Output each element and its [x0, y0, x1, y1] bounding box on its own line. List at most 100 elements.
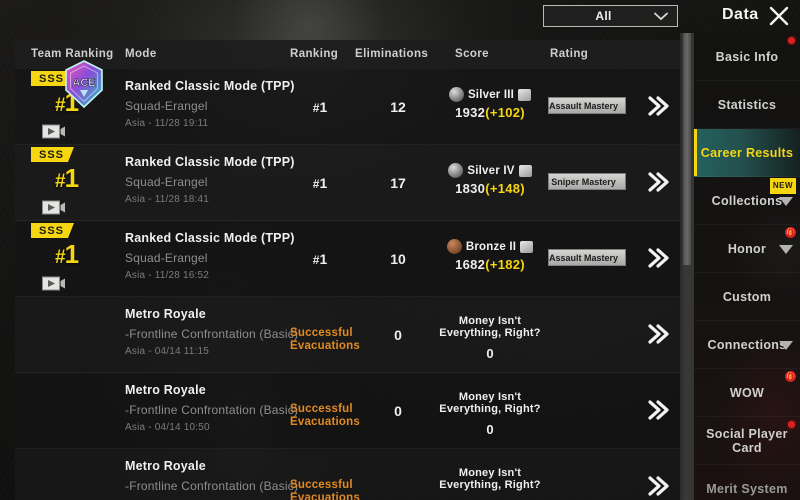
mode-cell: Metro Royale -Frontline Confrontation (Ba… — [125, 383, 300, 433]
new-badge: NEW — [769, 178, 796, 194]
mode-timestamp: Asia - 04/14 11:15 — [125, 346, 210, 357]
nav-item-label: WOW — [729, 385, 765, 400]
score-value: 1932 — [455, 105, 486, 120]
ranking-value: #1 — [312, 175, 328, 191]
nav-item-statistics[interactable]: Statistics — [694, 81, 800, 129]
team-rank-value: #1 — [55, 163, 79, 193]
metro-reward-value: 0 — [486, 346, 494, 361]
mode-cell: Ranked Classic Mode (TPP) Squad-Erangel As… — [125, 79, 300, 129]
header-eliminations: Eliminations — [355, 48, 429, 60]
tier-chip-icon — [520, 240, 534, 253]
tier-tag: SSS — [31, 147, 75, 162]
chevron-right-icon[interactable] — [645, 323, 671, 345]
score-delta: (+148) — [485, 181, 525, 196]
ranking-value: #1 — [312, 99, 328, 115]
header-ranking: Ranking — [290, 48, 339, 60]
mode-timestamp: Asia - 04/14 10:50 — [125, 422, 210, 433]
scrollbar-thumb[interactable] — [683, 33, 691, 265]
chevron-down-icon[interactable] — [779, 340, 793, 350]
mode-submode: -Frontline Confrontation (Basic) — [125, 327, 299, 341]
header-rating: Rating — [550, 48, 589, 60]
score-cell: Bronze II 1682(+182) — [430, 239, 550, 272]
chevron-down-icon — [651, 12, 671, 21]
mode-submode: -Frontline Confrontation (Basic) — [125, 403, 299, 417]
tier-rank-icon — [448, 87, 464, 102]
svg-text:ACE: ACE — [72, 77, 95, 89]
team-ranking-cell — [15, 373, 123, 449]
mode-submode: Squad-Erangel — [125, 175, 208, 189]
mode-submode: -Frontline Confrontation (Basic) — [125, 479, 299, 493]
close-icon[interactable] — [768, 5, 790, 27]
team-ranking-cell — [15, 297, 123, 373]
evacuation-status: Successful Evacuations — [290, 479, 360, 500]
video-replay-icon[interactable] — [42, 276, 68, 291]
metro-reward-title: Money Isn't Everything, Right? — [439, 315, 541, 339]
nav-item-basic-info[interactable]: Basic Info — [694, 33, 800, 81]
rating-cell: Sniper Mastery — [548, 173, 626, 190]
nav-item-social-player-card[interactable]: Social Player Card — [694, 417, 800, 465]
tier-chip-icon — [518, 88, 532, 101]
career-results-table: Team Ranking Mode Ranking Eliminations S… — [15, 40, 680, 500]
gift-badge-icon: 🎁 — [785, 371, 796, 382]
table-row[interactable]: SSS #1 Ranked Classic Mode (TPP) Squad-Eran… — [15, 221, 680, 297]
nav-item-wow[interactable]: WOW 🎁 — [694, 369, 800, 417]
tier-rank-name: Silver III — [467, 88, 515, 101]
mode-cell: Metro Royale -Frontline Confrontation (Ba… — [125, 307, 300, 357]
nav-item-label: Career Results — [700, 145, 794, 160]
tier-rank-name: Silver IV — [467, 164, 515, 177]
chevron-down-icon[interactable] — [779, 196, 793, 206]
mode-name: Metro Royale — [125, 307, 206, 321]
eliminations-value: 12 — [390, 99, 406, 115]
nav-item-label: Honor — [727, 241, 767, 256]
table-row[interactable]: Metro Royale -Frontline Confrontation (Ba… — [15, 449, 680, 500]
chevron-right-icon[interactable] — [645, 247, 671, 269]
nav-item-connections[interactable]: Connections — [694, 321, 800, 369]
nav-item-career-results[interactable]: Career Results — [694, 129, 800, 177]
eliminations-value: 0 — [394, 403, 402, 419]
metro-reward-value: 0 — [486, 422, 494, 437]
tier-chip-icon — [518, 164, 532, 177]
table-row[interactable]: Metro Royale -Frontline Confrontation (Ba… — [15, 297, 680, 373]
mode-name: Ranked Classic Mode (TPP) — [125, 155, 295, 169]
team-ranking-cell: SSS #1 — [15, 145, 123, 221]
chevron-right-icon[interactable] — [645, 171, 671, 193]
nav-item-merit-system[interactable]: Merit System — [694, 465, 800, 500]
chevron-right-icon[interactable] — [645, 95, 671, 117]
evacuation-status-cell: Successful Evacuations — [290, 471, 385, 500]
score-delta: (+182) — [485, 257, 525, 272]
nav-item-collections[interactable]: Collections NEW — [694, 177, 800, 225]
nav-item-label: Connections — [707, 337, 787, 352]
chevron-right-icon[interactable] — [645, 399, 671, 421]
video-replay-icon[interactable] — [42, 200, 68, 215]
mastery-badge: Assault Mastery — [548, 249, 626, 266]
mode-filter-dropdown[interactable]: All — [543, 5, 678, 27]
ace-badge-icon: ACE — [61, 59, 107, 109]
notification-dot — [788, 37, 795, 44]
score-value: 1682 — [455, 257, 486, 272]
chevron-down-icon[interactable] — [779, 244, 793, 254]
table-row[interactable]: SSS #1 ACE Ranked Classic Mode (TPP) Squad-E… — [15, 60, 680, 145]
tier-rank-icon — [446, 239, 462, 254]
tier-rank-icon — [448, 163, 464, 178]
header-score: Score — [455, 48, 489, 60]
results-scrollbar[interactable] — [680, 33, 694, 500]
nav-item-label: Custom — [722, 289, 772, 304]
mode-name: Ranked Classic Mode (TPP) — [125, 79, 295, 93]
table-row[interactable]: SSS #1 Ranked Classic Mode (TPP) Squad-Eran… — [15, 145, 680, 221]
header-mode: Mode — [125, 48, 157, 60]
nav-item-honor[interactable]: Honor 🎁 — [694, 225, 800, 273]
chevron-right-icon[interactable] — [645, 475, 671, 497]
eliminations-value: 10 — [390, 251, 406, 267]
team-ranking-cell: SSS #1 ACE — [15, 60, 123, 145]
table-body: SSS #1 ACE Ranked Classic Mode (TPP) Squad-E… — [15, 60, 680, 500]
score-cell: Money Isn't Everything, Right? 0 — [430, 315, 550, 361]
table-row[interactable]: Metro Royale -Frontline Confrontation (Ba… — [15, 373, 680, 449]
team-ranking-cell: SSS #1 — [15, 221, 123, 297]
nav-item-custom[interactable]: Custom — [694, 273, 800, 321]
mode-filter-value: All — [595, 9, 612, 23]
mode-submode: Squad-Erangel — [125, 99, 208, 113]
metro-reward-title: Money Isn't Everything, Right? — [439, 467, 541, 491]
eliminations-value: 0 — [394, 327, 402, 343]
page-title: Data — [722, 6, 759, 23]
video-replay-icon[interactable] — [42, 124, 68, 139]
